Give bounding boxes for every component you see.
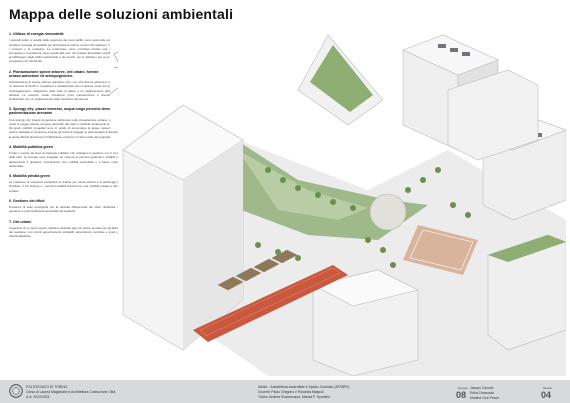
section-heading: 5. Mobilità privata green: [9, 173, 51, 178]
section-heading: 2. Piantumazione specie arboree, orti ur…: [9, 69, 99, 78]
section-text: Una spongy city integra la gestione dell…: [9, 117, 121, 139]
section-6: 6. Gestione dei rifiuti Presenza di isol…: [9, 199, 121, 214]
section-text: Presenza di isole ecologiche per la racc…: [9, 205, 121, 214]
section-2: 2. Piantumazione specie arboree, orti ur…: [9, 70, 121, 102]
section-4: 4. Mobilità pubblica green Il lotto è se…: [9, 145, 121, 168]
section-3: 3. Spongy city: piazze immerse, acqua lu…: [9, 107, 121, 139]
atelier-block: Atelier - Architettura sostenibile e Spa…: [258, 385, 349, 400]
section-text: Creazione di un nuovo spazio collettivo …: [9, 225, 121, 239]
section-text: Individuazione di specie arboree autocto…: [9, 80, 121, 101]
section-text: La creazione di numerose postazioni di r…: [9, 180, 121, 193]
section-heading: 1. Utilizzo di energia rinnovabile: [9, 32, 64, 36]
section-1: 1. Utilizzo di energia rinnovabile I pan…: [9, 32, 121, 64]
section-text: I pannelli solari, a cavallo delle coper…: [9, 38, 121, 64]
section-7: 7. Orti urbani Creazione di un nuovo spa…: [9, 220, 121, 239]
students-block: Jacopo Carosio Erika Cerasuolo Martina G…: [470, 386, 499, 401]
section-5: 5. Mobilità privata green La creazione d…: [9, 174, 121, 193]
institution-block: POLITECNICO DI TORINO Corso di Laurea Ma…: [26, 385, 115, 400]
academic-year: A.A. 2022/2023: [26, 394, 50, 399]
text-column: 1. Utilizzo di energia rinnovabile I pan…: [9, 32, 121, 367]
group-number: 08: [456, 390, 467, 400]
page-title: Mappa delle soluzioni ambientali: [9, 6, 234, 22]
table-number: 04: [541, 390, 552, 400]
section-heading: 7. Orti urbani: [9, 219, 32, 224]
politecnico-logo-icon: [9, 384, 23, 398]
section-heading: 3. Spongy city: piazze immerse, acqua lu…: [9, 107, 117, 116]
section-text: Il lotto è servito da linee di trasporto…: [9, 151, 121, 168]
section-heading: 4. Mobilità pubblica green: [9, 144, 54, 149]
student-name: Martina Guò Pesce: [470, 395, 500, 400]
tutors: Tutors: Andrea Scaramuzza, Marzia P. Spo…: [258, 394, 330, 399]
section-heading: 6. Gestione dei rifiuti: [9, 198, 45, 203]
axonometric-render: [118, 30, 566, 376]
